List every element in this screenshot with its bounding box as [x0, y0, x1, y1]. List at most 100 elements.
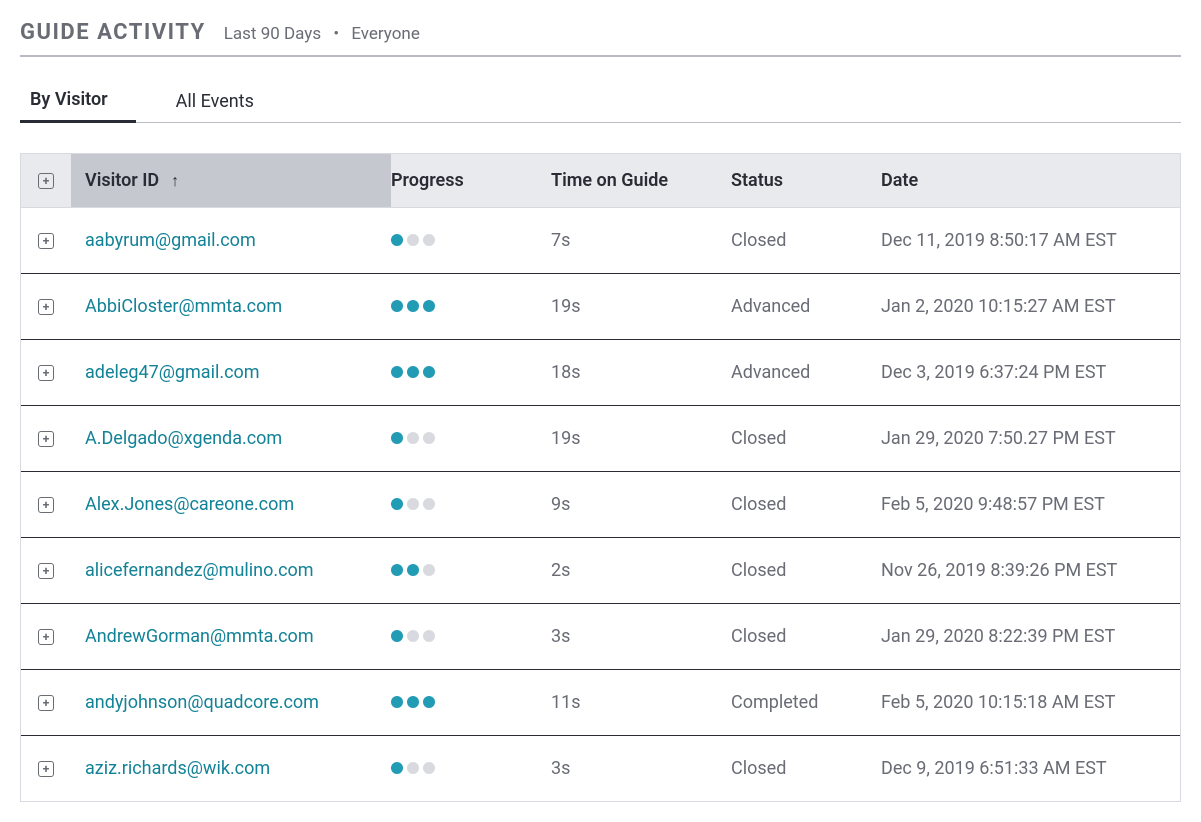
progress-dot [407, 366, 419, 378]
expand-cell: + [21, 431, 71, 447]
tab-by-visitor[interactable]: By Visitor [20, 79, 136, 123]
progress-dot [391, 300, 403, 312]
progress-dots [391, 432, 435, 444]
visitor-cell: aziz.richards@wik.com [71, 758, 391, 779]
expand-cell: + [21, 563, 71, 579]
expand-row-button[interactable]: + [38, 695, 54, 711]
time-cell: 3s [551, 758, 731, 779]
tab-all-events[interactable]: All Events [166, 81, 282, 122]
progress-dot [407, 630, 419, 642]
progress-dots [391, 696, 435, 708]
column-time-on-guide[interactable]: Time on Guide [551, 170, 731, 191]
progress-dot [391, 564, 403, 576]
expand-cell: + [21, 629, 71, 645]
table-row: +adeleg47@gmail.com18sAdvancedDec 3, 201… [21, 340, 1180, 406]
progress-dot [423, 498, 435, 510]
expand-row-button[interactable]: + [38, 563, 54, 579]
date-cell: Feb 5, 2020 10:15:18 AM EST [881, 692, 1180, 713]
expand-row-button[interactable]: + [38, 233, 54, 249]
column-visitor-id[interactable]: Visitor ID ↑ [71, 154, 391, 207]
progress-dots [391, 366, 435, 378]
filter-separator: • [333, 24, 339, 44]
progress-dot [423, 234, 435, 246]
progress-dot [391, 696, 403, 708]
progress-dots [391, 498, 435, 510]
table-row: +aabyrum@gmail.com7sClosedDec 11, 2019 8… [21, 208, 1180, 274]
visitor-link[interactable]: adeleg47@gmail.com [85, 362, 260, 383]
progress-dots [391, 234, 435, 246]
panel-title: GUIDE ACTIVITY [20, 20, 206, 45]
status-cell: Closed [731, 428, 881, 449]
column-status[interactable]: Status [731, 170, 881, 191]
visitor-link[interactable]: A.Delgado@xgenda.com [85, 428, 282, 449]
visitor-link[interactable]: AndrewGorman@mmta.com [85, 626, 314, 647]
visitor-link[interactable]: aabyrum@gmail.com [85, 230, 256, 251]
status-cell: Closed [731, 230, 881, 251]
expand-all-cell: + [21, 173, 71, 189]
panel-filter[interactable]: Last 90 Days • Everyone [224, 24, 420, 44]
table-row: +alicefernandez@mulino.com2sClosedNov 26… [21, 538, 1180, 604]
expand-cell: + [21, 365, 71, 381]
progress-cell [391, 362, 551, 383]
visitor-link[interactable]: aziz.richards@wik.com [85, 758, 270, 779]
column-progress[interactable]: Progress [391, 170, 551, 191]
progress-cell [391, 296, 551, 317]
expand-all-button[interactable]: + [38, 173, 54, 189]
date-cell: Jan 2, 2020 10:15:27 AM EST [881, 296, 1180, 317]
progress-dot [391, 498, 403, 510]
table-row: + AndrewGorman@mmta.com 3sClosedJan 29, 20… [21, 604, 1180, 670]
visitor-link[interactable]: alicefernandez@mulino.com [85, 560, 314, 581]
date-cell: Dec 9, 2019 6:51:33 AM EST [881, 758, 1180, 779]
expand-row-button[interactable]: + [38, 629, 54, 645]
progress-dots [391, 564, 435, 576]
status-cell: Closed [731, 560, 881, 581]
column-date[interactable]: Date [881, 170, 1180, 191]
time-cell: 18s [551, 362, 731, 383]
time-cell: 19s [551, 296, 731, 317]
progress-dot [407, 234, 419, 246]
progress-dot [407, 300, 419, 312]
expand-cell: + [21, 761, 71, 777]
progress-dot [423, 432, 435, 444]
progress-dot [423, 564, 435, 576]
progress-cell [391, 560, 551, 581]
progress-dot [391, 630, 403, 642]
expand-row-button[interactable]: + [38, 365, 54, 381]
time-cell: 7s [551, 230, 731, 251]
date-cell: Feb 5, 2020 9:48:57 PM EST [881, 494, 1180, 515]
expand-row-button[interactable]: + [38, 497, 54, 513]
table-row: +A.Delgado@xgenda.com19sClosedJan 29, 20… [21, 406, 1180, 472]
visitor-cell: AbbiCloster@mmta.com [71, 296, 391, 317]
expand-cell: + [21, 497, 71, 513]
expand-row-button[interactable]: + [38, 431, 54, 447]
progress-dot [423, 762, 435, 774]
progress-dots [391, 630, 435, 642]
time-cell: 3s [551, 626, 731, 647]
filter-range: Last 90 Days [224, 24, 321, 44]
status-cell: Closed [731, 626, 881, 647]
table-row: +andyjohnson@quadcore.com11sCompletedFeb… [21, 670, 1180, 736]
date-cell: Jan 29, 2020 7:50.27 PM EST [881, 428, 1180, 449]
visitor-link[interactable]: Alex.Jones@careone.com [85, 494, 294, 515]
progress-cell [391, 494, 551, 515]
progress-cell [391, 758, 551, 779]
progress-cell [391, 692, 551, 713]
visitor-cell: A.Delgado@xgenda.com [71, 428, 391, 449]
visitor-cell: adeleg47@gmail.com [71, 362, 391, 383]
expand-cell: + [21, 233, 71, 249]
status-cell: Closed [731, 494, 881, 515]
tabs: By Visitor All Events [20, 79, 1181, 123]
status-cell: Advanced [731, 296, 881, 317]
visitor-link[interactable]: andyjohnson@quadcore.com [85, 692, 319, 713]
panel-header: GUIDE ACTIVITY Last 90 Days • Everyone [20, 20, 1181, 57]
visitor-link[interactable]: AbbiCloster@mmta.com [85, 296, 282, 317]
visitor-cell: andyjohnson@quadcore.com [71, 692, 391, 713]
expand-row-button[interactable]: + [38, 299, 54, 315]
expand-row-button[interactable]: + [38, 761, 54, 777]
visitor-cell: alicefernandez@mulino.com [71, 560, 391, 581]
progress-dots [391, 300, 435, 312]
progress-cell [391, 428, 551, 449]
table-row: +aziz.richards@wik.com3sClosedDec 9, 201… [21, 736, 1180, 802]
time-cell: 2s [551, 560, 731, 581]
date-cell: Jan 29, 2020 8:22:39 PM EST [881, 626, 1180, 647]
